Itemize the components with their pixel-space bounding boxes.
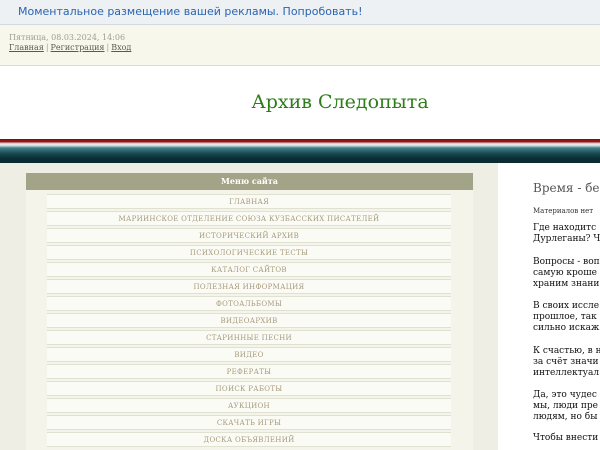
text-line: за счёт значи [533, 357, 599, 367]
text-line: К счастью, в н [533, 346, 600, 356]
site-menu: ГЛАВНАЯ МАРИИНСКОЕ ОТДЕЛЕНИЕ СОЮЗА КУЗБА… [47, 194, 451, 449]
content-title: Время - бес [533, 181, 600, 195]
main-content: Время - бес Материалов нет Где находитс … [498, 163, 600, 450]
menu-item-site-catalog[interactable]: КАТАЛОГ САЙТОВ [47, 262, 451, 277]
content-paragraph: Чтобы внести [533, 433, 600, 444]
text-line: Дурлеганы? Ч [533, 234, 600, 244]
login-link[interactable]: Вход [111, 43, 131, 52]
text-line: Чтобы внести [533, 433, 599, 443]
menu-item-essays[interactable]: РЕФЕРАТЫ [47, 364, 451, 379]
user-links: Главная | Регистрация | Вход [9, 43, 131, 52]
site-title-text[interactable]: Архив Следопыта [251, 91, 428, 113]
content-paragraph: В своих иссле прошлое, так сильно искаж [533, 301, 600, 334]
decorative-stripe [0, 139, 600, 163]
menu-item-writers-union[interactable]: МАРИИНСКОЕ ОТДЕЛЕНИЕ СОЮЗА КУЗБАССКИХ ПИ… [47, 211, 451, 226]
ad-bar: Моментальное размещение вашей рекламы. П… [0, 0, 600, 25]
content-paragraph: К счастью, в н за счёт значи интеллектуа… [533, 346, 600, 379]
text-line: мы, люди пре [533, 401, 598, 411]
text-line: храним знани [533, 279, 600, 289]
current-date: Пятница, 08.03.2024, 14:06 [9, 33, 126, 42]
menu-item-download-games[interactable]: СКАЧАТЬ ИГРЫ [47, 415, 451, 430]
link-separator: | [106, 43, 110, 52]
user-bar: Пятница, 08.03.2024, 14:06 Главная | Регис… [0, 25, 600, 66]
ad-link[interactable]: Моментальное размещение вашей рекламы. П… [18, 5, 363, 18]
menu-item-job-search[interactable]: ПОИСК РАБОТЫ [47, 381, 451, 396]
menu-item-auction[interactable]: АУКЦИОН [47, 398, 451, 413]
content-meta: Материалов нет [533, 207, 594, 215]
text-line: сильно искаж [533, 323, 600, 333]
menu-item-video-archive[interactable]: ВИДЕОАРХИВ [47, 313, 451, 328]
sidebar-heading: Меню сайта [26, 173, 473, 190]
text-line: В своих иссле [533, 301, 600, 311]
home-link[interactable]: Главная [9, 43, 44, 52]
menu-item-photo-albums[interactable]: ФОТОАЛЬБОМЫ [47, 296, 451, 311]
text-line: интеллектуал [533, 368, 600, 378]
text-line: Да, это чудес [533, 390, 597, 400]
text-line: людям, но бы [533, 412, 598, 422]
text-line: Вопросы - воп [533, 257, 600, 267]
menu-item-ads-board[interactable]: ДОСКА ОБЪЯВЛЕНИЙ [47, 432, 451, 447]
text-line: Где находитс [533, 223, 597, 233]
content-paragraph: Вопросы - воп самую кроше храним знани [533, 257, 600, 290]
text-line: самую кроше [533, 268, 597, 278]
site-title: Архив Следопыта [0, 91, 600, 113]
site-header: Архив Следопыта [0, 66, 600, 139]
menu-item-historical-archive[interactable]: ИСТОРИЧЕСКИЙ АРХИВ [47, 228, 451, 243]
menu-item-useful-info[interactable]: ПОЛЕЗНАЯ ИНФОРМАЦИЯ [47, 279, 451, 294]
register-link[interactable]: Регистрация [51, 43, 105, 52]
menu-item-old-songs[interactable]: СТАРИННЫЕ ПЕСНИ [47, 330, 451, 345]
link-separator: | [45, 43, 49, 52]
text-line: прошлое, так [533, 312, 597, 322]
content-paragraph: Да, это чудес мы, люди пре людям, но бы [533, 390, 600, 423]
content-paragraph: Где находитс Дурлеганы? Ч [533, 223, 600, 245]
menu-item-video[interactable]: ВИДЕО [47, 347, 451, 362]
menu-item-psych-tests[interactable]: ПСИХОЛОГИЧЕСКИЕ ТЕСТЫ [47, 245, 451, 260]
menu-item-home[interactable]: ГЛАВНАЯ [47, 194, 451, 209]
